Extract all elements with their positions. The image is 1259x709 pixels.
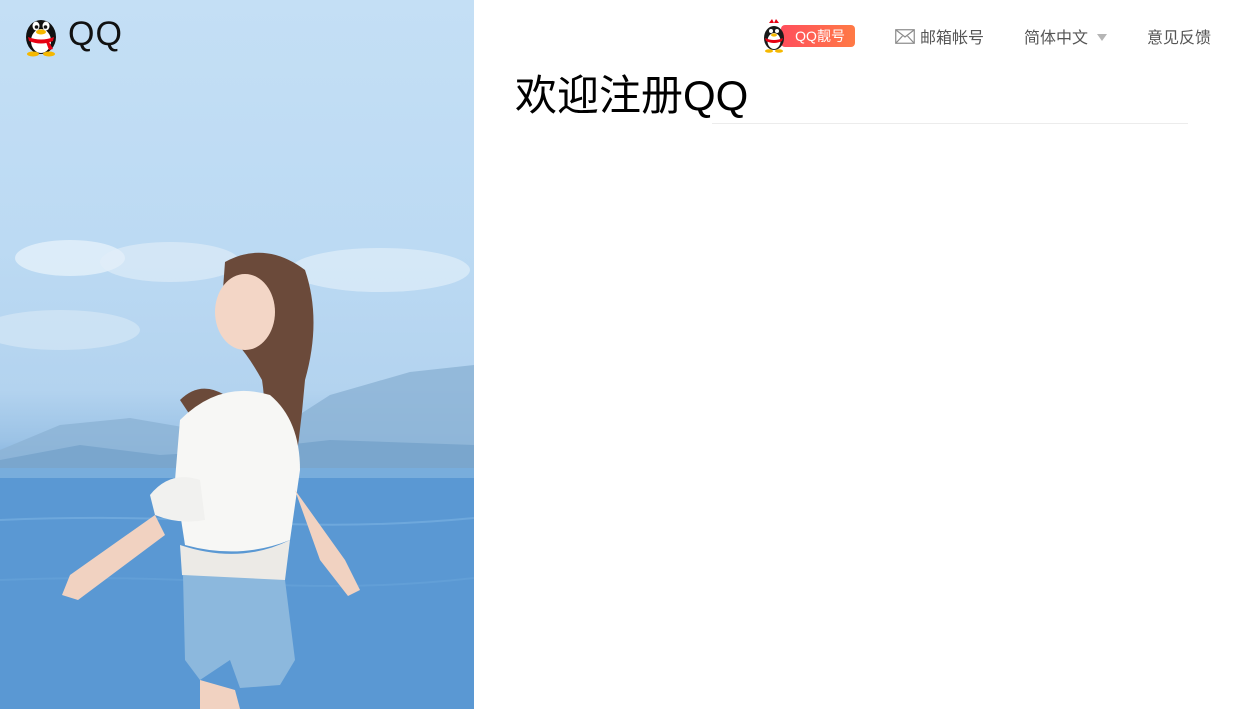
qq-penguin-icon xyxy=(26,20,56,57)
top-navigation: QQ靓号 邮箱帐号 简体中文 意见反馈 xyxy=(761,19,1211,53)
feedback-label: 意见反馈 xyxy=(1146,30,1211,47)
mail-account-link[interactable]: 邮箱帐号 xyxy=(895,24,984,48)
page-title: 欢迎注册QQ xyxy=(515,72,749,119)
vip-badge-label: QQ靓号 xyxy=(781,25,855,47)
qq-vip-number-link[interactable]: QQ靓号 xyxy=(761,19,855,53)
title-divider xyxy=(712,123,1188,124)
mail-account-label: 邮箱帐号 xyxy=(919,30,984,47)
brand-logo[interactable]: QQ xyxy=(22,10,123,58)
language-label: 简体中文 xyxy=(1023,30,1088,47)
caret-down-icon xyxy=(1096,33,1107,41)
qq-penguin-vip-icon xyxy=(764,19,785,53)
brand-name: QQ xyxy=(68,14,123,53)
language-selector[interactable]: 简体中文 xyxy=(1024,24,1107,48)
hero-image-panel xyxy=(0,0,474,709)
hero-photo-girl-by-sea xyxy=(0,240,474,709)
mail-icon xyxy=(895,28,915,44)
feedback-link[interactable]: 意见反馈 xyxy=(1147,24,1211,48)
